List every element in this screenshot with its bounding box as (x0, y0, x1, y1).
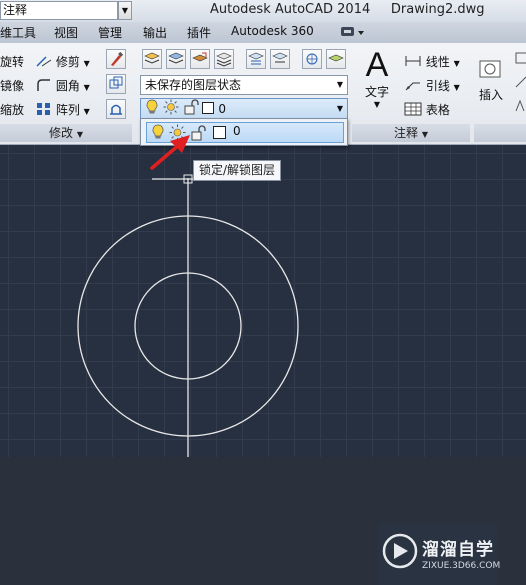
layer-unlock-all-icon[interactable] (326, 49, 346, 69)
insert-label: 插入 (478, 88, 503, 102)
fillet-button[interactable]: 圆角 ▼ (36, 77, 90, 95)
layer-state-combo[interactable]: 未保存的图层状态 ▼ (140, 75, 348, 95)
attribute-icon[interactable] (514, 97, 526, 117)
stretch-icon[interactable] (106, 99, 126, 119)
layer-list-name: 0 (233, 124, 241, 138)
mirror-label: 镜像 (0, 79, 25, 93)
layer-off-icon[interactable] (270, 49, 290, 69)
trim-icon (36, 54, 52, 71)
fillet-icon (36, 78, 52, 95)
watermark: 溜溜自学 ZIXUE.3D66.COM (378, 523, 501, 585)
lightbulb-icon (145, 99, 159, 120)
array-label: 阵列 (55, 103, 80, 117)
create-block-icon[interactable] (514, 49, 526, 69)
chevron-down-icon: ▼ (336, 80, 343, 89)
scale-button[interactable]: 缩放 (0, 101, 24, 118)
linear-label: 线性 (425, 55, 450, 69)
drawing-canvas[interactable]: 溜溜自学 ZIXUE.3D66.COM (0, 145, 526, 585)
leader-label: 引线 (425, 79, 450, 93)
layer-properties-icon[interactable] (142, 49, 162, 69)
linear-dimension-button[interactable]: 线性 ▼ (404, 53, 460, 71)
scale-label: 缩放 (0, 103, 25, 117)
drawing-area[interactable] (0, 145, 526, 457)
insert-panel-title (474, 124, 526, 142)
tab-dimension-tools[interactable]: 维工具 (0, 24, 36, 41)
text-button[interactable]: A 文字 ▼ (362, 47, 392, 109)
table-button[interactable]: 表格 (404, 101, 450, 119)
leader-button[interactable]: 引线 ▼ (404, 77, 460, 95)
layer-match-icon[interactable] (190, 49, 210, 69)
layer-walk-icon[interactable] (302, 49, 322, 69)
annotation-panel-title-label: 注释 (394, 126, 419, 140)
edit-block-icon[interactable] (514, 73, 526, 93)
layer-combo[interactable]: 0 ▼ (140, 98, 348, 119)
tab-plugins[interactable]: 插件 (187, 24, 211, 41)
mirror-button[interactable]: 镜像 (0, 77, 24, 94)
annotation-panel-title[interactable]: 注释 ▼ (352, 124, 470, 142)
file-name: Drawing2.dwg (390, 2, 485, 17)
leader-icon (404, 78, 422, 95)
modify-panel-title-label: 修改 (49, 126, 74, 140)
layer-freeze-icon[interactable] (246, 49, 266, 69)
table-icon (404, 102, 422, 119)
tab-view[interactable]: 视图 (54, 24, 78, 41)
rotate-label: 旋转 (0, 55, 25, 69)
tab-manage[interactable]: 管理 (98, 24, 122, 41)
fillet-label: 圆角 (55, 79, 80, 93)
layer-isolate-icon[interactable] (214, 49, 234, 69)
tooltip: 锁定/解锁图层 (193, 160, 281, 181)
title-bar: 注释 ▼ Autodesk AutoCAD 2014 Drawing2.dwg (0, 0, 526, 23)
insert-button[interactable]: 插入 (474, 53, 508, 103)
trim-button[interactable]: 修剪 ▼ (36, 53, 90, 71)
watermark-url: ZIXUE.3D66.COM (422, 561, 501, 571)
insert-block-icon (474, 53, 508, 86)
unlock-icon (183, 99, 199, 120)
window-title: Autodesk AutoCAD 2014 Drawing2.dwg (210, 2, 485, 17)
trim-label: 修剪 (55, 55, 80, 69)
array-icon (36, 102, 52, 119)
layer-name-value: 0 (218, 102, 226, 116)
layer-state-label: 未保存的图层状态 (145, 78, 242, 92)
workspace-combo[interactable]: 注释 (0, 1, 118, 20)
layer-color-swatch[interactable] (213, 126, 226, 142)
modify-panel-title[interactable]: 修改 ▼ (0, 124, 132, 142)
sun-icon (163, 99, 179, 120)
app-title: Autodesk AutoCAD 2014 (210, 2, 371, 17)
linear-dimension-icon (404, 54, 422, 71)
text-label: 文字 (364, 85, 389, 99)
layer-color-swatch (202, 101, 215, 119)
rotate-button[interactable]: 旋转 (0, 53, 24, 70)
watermark-name: 溜溜自学 (422, 540, 494, 560)
brush-icon[interactable] (106, 49, 126, 69)
array-button[interactable]: 阵列 ▼ (36, 101, 90, 119)
ribbon-options-icon[interactable] (340, 25, 366, 42)
text-a-icon: A (365, 46, 389, 84)
workspace-dropdown-button[interactable]: ▼ (118, 1, 132, 20)
copy-object-icon[interactable] (106, 74, 126, 94)
tab-output[interactable]: 输出 (143, 24, 167, 41)
table-label: 表格 (425, 103, 450, 117)
ribbon-tabs: 维工具 视图 管理 输出 插件 Autodesk 360 (0, 22, 526, 44)
tab-autodesk-360[interactable]: Autodesk 360 (231, 24, 314, 38)
chevron-down-icon: ▼ (336, 104, 343, 113)
layer-state-icon[interactable] (166, 49, 186, 69)
